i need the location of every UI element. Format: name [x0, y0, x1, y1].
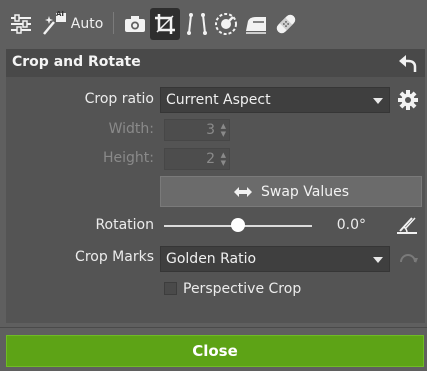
swap-values-button[interactable]: Swap Values	[160, 176, 422, 207]
spinner-icon[interactable]: ▲ ▼	[221, 122, 226, 138]
rotate-marks-icon[interactable]	[397, 248, 419, 270]
auto-button[interactable]: Auto	[70, 8, 104, 40]
crop-ratio-select[interactable]: Current Aspect	[160, 87, 390, 113]
crop-marks-value: Golden Ratio	[166, 251, 257, 267]
perspective-icon[interactable]	[184, 8, 210, 40]
toolbar: AI Auto	[0, 0, 427, 48]
divider	[0, 327, 427, 328]
bandage-icon[interactable]	[272, 8, 300, 40]
close-label: Close	[192, 342, 238, 360]
chevron-down-icon	[373, 98, 383, 104]
dial-icon[interactable]	[212, 8, 240, 40]
chevron-down-icon	[373, 257, 383, 263]
toolbar-divider	[113, 12, 114, 34]
crop-icon[interactable]	[150, 8, 180, 40]
height-input[interactable]: 2 ▲ ▼	[164, 148, 230, 170]
spinner-icon[interactable]: ▲ ▼	[221, 151, 226, 167]
swap-arrows-icon	[234, 186, 252, 197]
rotation-slider-handle[interactable]	[231, 218, 245, 232]
height-label: Height:	[103, 150, 154, 166]
crop-ratio-value: Current Aspect	[166, 92, 271, 108]
perspective-crop-label[interactable]: Perspective Crop	[183, 281, 301, 297]
width-input[interactable]: 3 ▲ ▼	[164, 119, 230, 141]
straighten-icon[interactable]	[396, 215, 418, 235]
ai-badge: AI	[56, 10, 65, 18]
perspective-crop-checkbox[interactable]	[164, 282, 177, 295]
iron-icon[interactable]	[242, 8, 270, 40]
panel-header[interactable]: Crop and Rotate	[6, 49, 425, 77]
panel-title: Crop and Rotate	[12, 54, 141, 70]
rotation-value[interactable]: 0.0°	[326, 217, 366, 233]
camera-icon[interactable]	[122, 8, 148, 40]
width-value: 3	[206, 122, 215, 138]
sliders-icon[interactable]	[8, 8, 34, 40]
close-button[interactable]: Close	[6, 335, 424, 367]
height-value: 2	[206, 151, 215, 167]
swap-values-label: Swap Values	[261, 183, 349, 200]
width-label: Width:	[108, 121, 154, 137]
auto-label: Auto	[70, 16, 104, 32]
gear-icon[interactable]	[397, 89, 419, 111]
crop-marks-label: Crop Marks	[75, 249, 154, 265]
undo-icon[interactable]	[397, 52, 419, 74]
crop-marks-select[interactable]: Golden Ratio	[160, 246, 390, 272]
rotation-label: Rotation	[95, 217, 154, 233]
crop-ratio-label: Crop ratio	[84, 91, 154, 107]
